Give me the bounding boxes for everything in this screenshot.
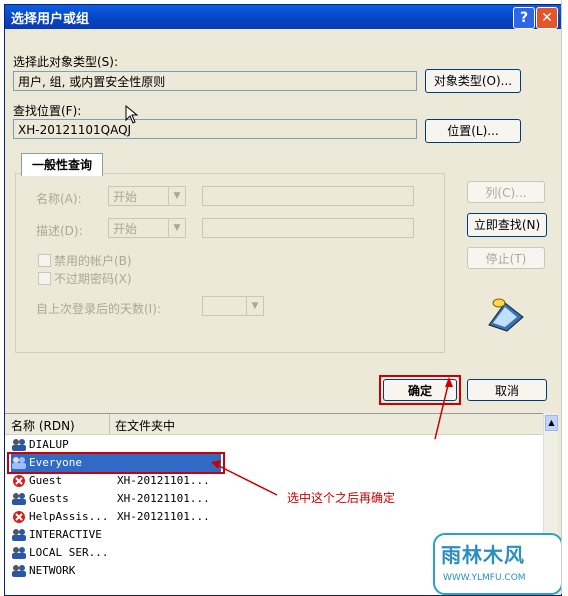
arrow-head-everyone (211, 460, 221, 469)
arrow-to-everyone (216, 464, 278, 496)
watermark-brand: 雨林木风 (441, 543, 525, 567)
arrow-to-ok (434, 380, 450, 440)
watermark-logo: 雨林木风 WWW.YLMFU.COM (433, 533, 561, 595)
watermark-url: WWW.YLMFU.COM (443, 573, 526, 583)
right-edge (561, 0, 568, 594)
annotation-text: 选中这个之后再确定 (287, 491, 396, 505)
annotation-arrows (211, 377, 453, 496)
arrow-head-ok (445, 377, 453, 387)
select-users-dialog: 选择用户或组 ? ✕ 选择此对象类型(S): 用户, 组, 或内置安全性原则 对… (4, 4, 562, 596)
